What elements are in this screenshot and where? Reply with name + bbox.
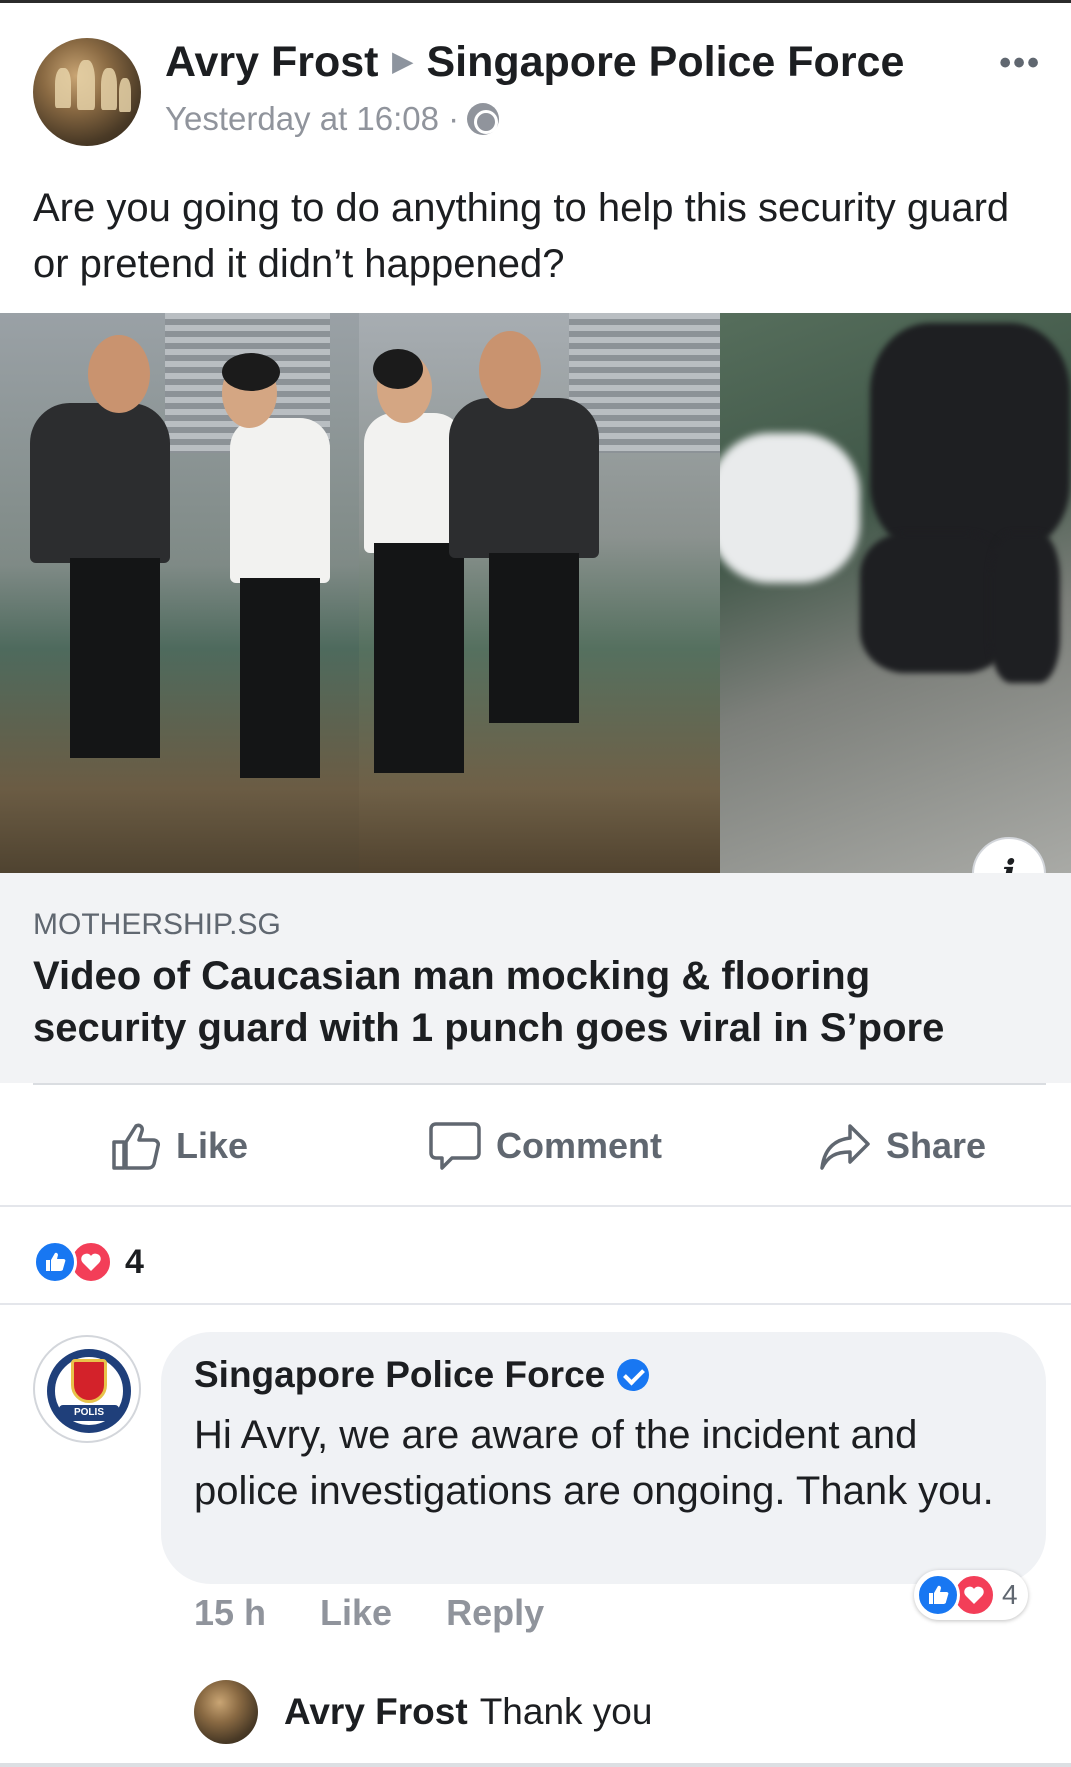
comment-time[interactable]: 15 h: [194, 1592, 266, 1634]
video-frame-3: [720, 313, 1071, 873]
post-header: Avry Frost ▶ Singapore Police Force Yester…: [33, 38, 1043, 148]
link-title: Video of Caucasian man mocking & floorin…: [33, 954, 945, 1050]
post-actions: Like Comment Share: [0, 1085, 1071, 1205]
comment-reply-link[interactable]: Reply: [446, 1592, 544, 1634]
post-timestamp[interactable]: Yesterday at 16:08 ·: [165, 100, 459, 137]
comment-text: Hi Avry, we are aware of the incident an…: [194, 1413, 994, 1513]
target-page-name[interactable]: Singapore Police Force: [426, 38, 904, 86]
thumbs-up-icon: [112, 1123, 160, 1170]
police-shield-icon: [71, 1359, 107, 1403]
video-frame-1: [0, 313, 359, 873]
comment-author[interactable]: Singapore Police Force: [194, 1354, 650, 1396]
comment-button[interactable]: Comment: [428, 1120, 662, 1172]
reply-author[interactable]: Avry Frost: [284, 1691, 468, 1733]
like-button[interactable]: Like: [110, 1120, 248, 1172]
reply-avatar[interactable]: [194, 1680, 258, 1744]
author-name[interactable]: Avry Frost: [165, 38, 378, 86]
comment-bubble: Singapore Police Force Hi Avry, we are a…: [161, 1332, 1046, 1584]
post-names: Avry Frost ▶ Singapore Police Force: [165, 38, 904, 87]
reactions-summary[interactable]: 4: [33, 1238, 144, 1286]
globe-icon: [467, 103, 500, 135]
more-options-icon[interactable]: •••: [999, 44, 1041, 83]
top-border: [0, 0, 1071, 3]
verified-badge-icon: [617, 1359, 650, 1391]
post-meta: Yesterday at 16:08 ·: [165, 100, 500, 138]
reply-text: Thank you: [479, 1691, 653, 1732]
author-avatar[interactable]: [33, 38, 141, 146]
crest-banner: POLIS: [59, 1405, 119, 1421]
divider: [0, 1205, 1071, 1207]
bottom-border: [0, 1763, 1071, 1767]
comment-bubble-icon: [429, 1122, 481, 1170]
commenter-avatar[interactable]: POLIS: [33, 1335, 141, 1443]
divider: [0, 1303, 1071, 1305]
share-arrow-icon: [820, 1124, 870, 1170]
post-text: Are you going to do anything to help thi…: [33, 186, 1010, 286]
like-reaction-icon: [33, 1240, 77, 1284]
comment-reaction-count: 4: [1002, 1579, 1018, 1610]
comment-author-name: Singapore Police Force: [194, 1354, 606, 1395]
share-button[interactable]: Share: [818, 1120, 986, 1172]
comment-meta: 15 h Like Reply: [194, 1592, 598, 1634]
link-source: MOTHERSHIP.SG: [33, 908, 281, 941]
video-frame-2: [359, 313, 720, 873]
reaction-count: 4: [125, 1242, 144, 1281]
like-label: Like: [176, 1125, 249, 1166]
arrow-right-icon: ▶: [392, 46, 413, 76]
like-reaction-icon: [916, 1573, 960, 1617]
reply-item[interactable]: Avry Frost Thank you: [194, 1680, 652, 1744]
link-preview[interactable]: MOTHERSHIP.SG Video of Caucasian man moc…: [0, 873, 1071, 1083]
comment-reactions[interactable]: 4: [914, 1570, 1028, 1620]
link-preview-image[interactable]: [0, 313, 1071, 873]
share-label: Share: [886, 1125, 987, 1166]
comment-label: Comment: [496, 1125, 663, 1166]
comment-like-link[interactable]: Like: [320, 1592, 392, 1634]
